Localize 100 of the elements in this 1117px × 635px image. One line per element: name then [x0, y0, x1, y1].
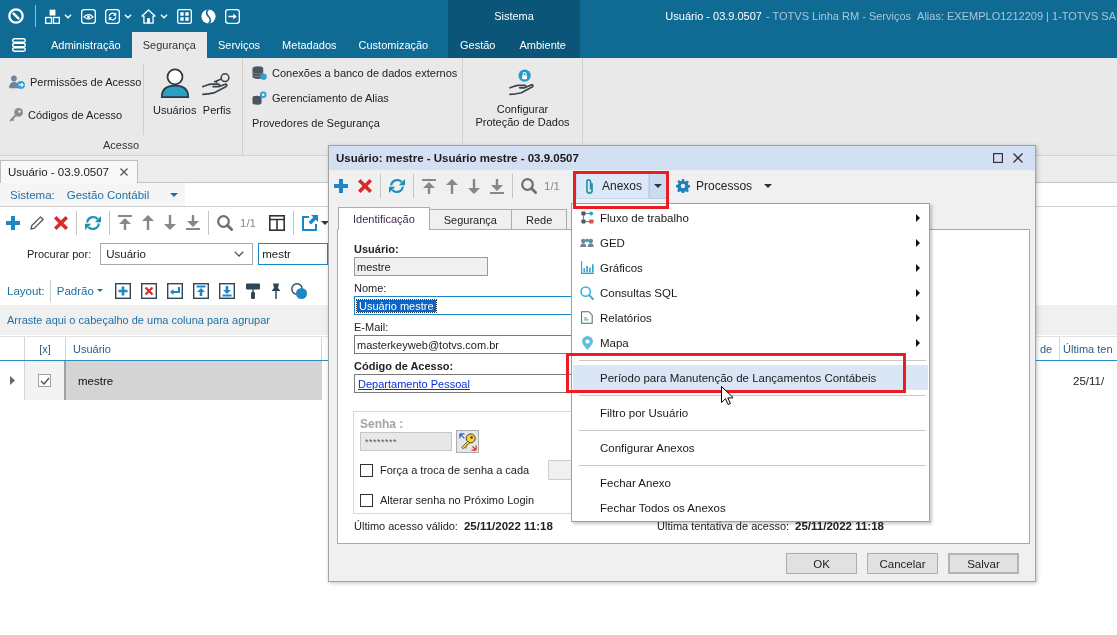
up-arrow-icon[interactable] [446, 178, 458, 194]
ribbon-button[interactable]: Conexões a banco de dados externos [252, 62, 462, 84]
ribbon-tab[interactable]: Gestão [448, 32, 508, 58]
close-icon[interactable] [120, 168, 128, 176]
ribbon-tab[interactable]: Metadados [271, 32, 348, 58]
change-password-button[interactable] [456, 430, 479, 453]
dialog-title: Usuário: mestre - Usuário mestre - 03.9.0507 [336, 152, 580, 164]
first-record-icon[interactable] [422, 178, 436, 194]
eye-window-icon[interactable] [81, 8, 96, 24]
grid-window-icon[interactable] [177, 8, 192, 24]
exit-window-icon[interactable] [225, 8, 240, 24]
menu-item[interactable]: Fechar Anexo [573, 470, 928, 495]
ribbon-button[interactable]: Perfis [199, 58, 235, 136]
columns-icon[interactable] [269, 214, 285, 231]
dialog-tab[interactable]: Rede [511, 209, 568, 230]
map-pin-icon [581, 335, 593, 350]
menu-item[interactable]: Filtro por Usuário [573, 400, 928, 425]
dialog-tab[interactable]: Identificação [338, 207, 430, 230]
menu-item[interactable]: Mapa [573, 330, 928, 355]
menu-item[interactable]: Gráficos [573, 255, 928, 280]
add-icon[interactable] [334, 179, 348, 193]
chevron-down-icon[interactable] [64, 13, 72, 19]
cancel-button[interactable]: Cancelar [867, 553, 938, 574]
refresh-window-icon[interactable] [105, 8, 120, 24]
ribbon-tab[interactable]: Customização [347, 32, 440, 58]
delete-row-icon[interactable] [140, 282, 157, 299]
ribbon-button[interactable]: Permissões de Acesso [9, 71, 143, 93]
down-arrow-icon[interactable] [164, 215, 176, 230]
column-header[interactable]: [x] [25, 337, 66, 360]
search-column-dropdown[interactable]: Usuário [100, 243, 254, 265]
dropdown-button[interactable] [649, 173, 668, 199]
checkbox[interactable] [360, 493, 373, 507]
move-top-icon[interactable] [192, 282, 209, 299]
column-header[interactable]: Usuário [66, 337, 322, 360]
ribbon-tab[interactable]: Ambiente [507, 32, 578, 58]
delete-icon[interactable] [358, 179, 372, 193]
add-row-icon[interactable] [114, 282, 131, 299]
add-icon[interactable] [6, 215, 20, 230]
refresh-icon[interactable] [85, 214, 101, 231]
delete-icon[interactable] [54, 215, 68, 230]
table-cell[interactable]: 25/11/ [1060, 361, 1117, 400]
text-field[interactable]: masterkeyweb@totvs.com.br [354, 335, 572, 354]
ribbon-button[interactable]: Provedores de Segurança [252, 112, 462, 134]
layout-dropdown[interactable]: Padrão [56, 284, 103, 297]
system-dropdown[interactable]: Gestão Contábil [66, 188, 179, 201]
pencil-icon[interactable] [30, 215, 44, 230]
menu-item[interactable]: Fluxo de trabalho [573, 205, 928, 230]
save-button[interactable]: Salvar [948, 553, 1019, 574]
chevron-down-icon[interactable] [124, 13, 132, 19]
move-bottom-icon[interactable] [218, 282, 235, 299]
last-record-icon[interactable] [490, 178, 504, 194]
paint-roller-icon[interactable] [244, 282, 261, 299]
readonly-field: mestre [354, 257, 488, 276]
chevron-down-icon[interactable] [160, 13, 168, 19]
home-icon[interactable] [141, 8, 156, 24]
lookup-field[interactable]: Departamento Pessoal [354, 374, 572, 393]
database-badge-icon [252, 91, 267, 105]
menu-item[interactable]: GED [573, 230, 928, 255]
blocks-icon[interactable] [45, 8, 60, 24]
ribbon-tab[interactable]: Administração [40, 32, 132, 58]
menu-item[interactable]: Consultas SQL [573, 280, 928, 305]
menu-item[interactable]: Relatórios [573, 305, 928, 330]
ribbon-tab[interactable]: Segurança [131, 32, 207, 58]
circle-slash-icon[interactable] [8, 8, 24, 24]
ribbon-button[interactable]: Usuários [150, 58, 200, 136]
access-code-link[interactable]: Departamento Pessoal [357, 377, 471, 390]
checkbox[interactable] [360, 463, 373, 477]
refresh-icon[interactable] [389, 178, 405, 194]
menu-item[interactable]: Fechar Todos os Anexos [573, 495, 928, 520]
checkbox[interactable] [38, 374, 51, 387]
column-header[interactable]: Última ten [1060, 337, 1117, 360]
menu-item[interactable]: Configurar Anexos [573, 435, 928, 460]
search-icon[interactable] [521, 178, 537, 194]
table-cell[interactable]: mestre [66, 361, 322, 400]
toolbar-menu-button[interactable]: Anexos [576, 173, 650, 199]
dialog-tab[interactable]: Segurança [428, 209, 512, 230]
toolbar-menu-button[interactable]: Processos [671, 173, 760, 199]
maximize-icon[interactable] [993, 153, 1003, 163]
last-attempt-value: 25/11/2022 11:18 [795, 520, 884, 532]
search-input[interactable]: mestr [258, 243, 329, 265]
down-arrow-icon[interactable] [468, 178, 480, 194]
ribbon-button[interactable]: Gerenciamento de Alias [252, 87, 462, 109]
window-title: Usuário - 03.9.0507 [665, 10, 762, 22]
menu-icon[interactable] [12, 38, 26, 52]
up-arrow-icon[interactable] [142, 215, 154, 230]
ok-button[interactable]: OK [786, 553, 857, 574]
pin-icon[interactable] [270, 282, 281, 299]
circle-curve-icon[interactable] [201, 8, 216, 24]
caret-icon[interactable] [321, 220, 329, 225]
document-tab[interactable]: Usuário - 03.9.0507 [0, 160, 138, 183]
circles-icon[interactable] [290, 282, 307, 299]
ribbon-tab[interactable]: Serviços [206, 32, 272, 58]
ribbon-button[interactable]: Códigos de Acesso [9, 104, 143, 126]
close-icon[interactable] [1013, 153, 1023, 163]
export-icon[interactable] [302, 214, 318, 231]
record-counter: 1/1 [240, 216, 256, 229]
last-record-icon[interactable] [186, 215, 200, 230]
search-icon[interactable] [217, 214, 233, 231]
first-record-icon[interactable] [118, 215, 132, 230]
text-field[interactable]: Usuário mestre [354, 296, 572, 315]
